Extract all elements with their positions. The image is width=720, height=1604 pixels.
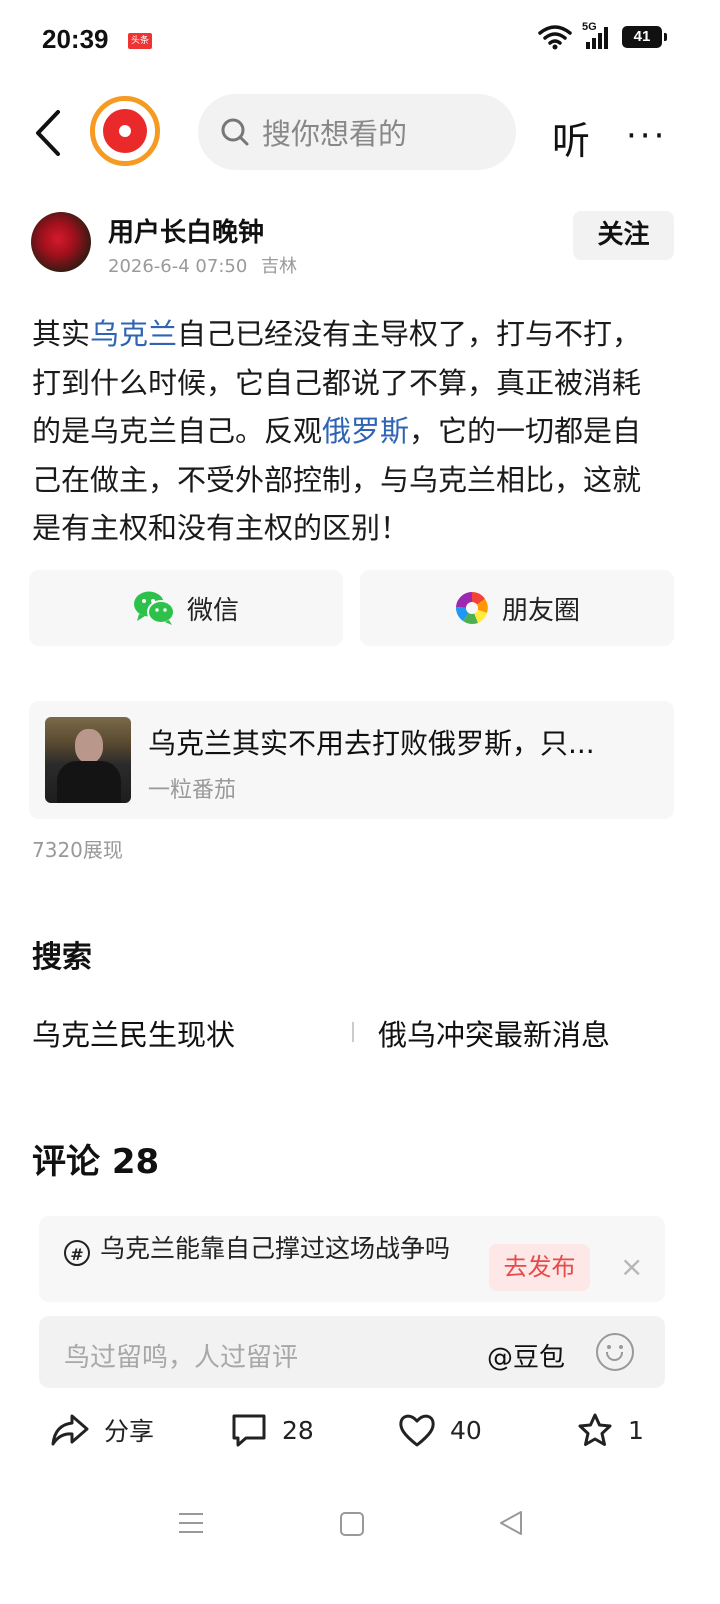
favorite-button[interactable]: 1 [576, 1412, 644, 1448]
follow-button[interactable]: 关注 [573, 211, 674, 260]
related-article-thumbnail [45, 717, 131, 803]
share-button[interactable]: 分享 [50, 1412, 154, 1448]
post-text: 其实 [32, 317, 91, 351]
cellular-icon: 5G [582, 21, 612, 50]
search-placeholder: 搜你想看的 [262, 117, 408, 151]
search-icon [221, 118, 249, 146]
search-suggestion[interactable]: 乌克兰民生现状 [32, 1012, 235, 1054]
moments-label: 朋友圈 [501, 595, 580, 626]
status-icons: 5G 41 [538, 21, 667, 50]
post-location: 吉林 [261, 256, 298, 277]
home-nav-button[interactable] [339, 1508, 365, 1542]
share-wechat-button[interactable]: 微信 [29, 570, 343, 646]
author-name[interactable]: 用户长白晚钟 [108, 212, 264, 249]
battery-indicator: 41 [622, 26, 667, 48]
comment-count: 28 [282, 1415, 314, 1445]
wechat-icon [133, 591, 175, 625]
app-logo[interactable] [90, 96, 160, 166]
share-icon [51, 1414, 89, 1446]
post-content: 其实乌克兰自己已经没有主导权了，打与不打，打到什么时候，它自己都说了不算，真正被… [32, 310, 662, 553]
topic-link-russia[interactable]: 俄罗斯 [322, 414, 409, 448]
divider [352, 1022, 354, 1042]
moments-icon [455, 591, 488, 625]
app-notification-badge: 头条 [128, 33, 152, 49]
square-icon [340, 1512, 364, 1536]
heart-icon [399, 1414, 435, 1447]
wifi-icon [538, 25, 572, 50]
related-article-author: 一粒番茄 [148, 778, 237, 803]
status-time: 20:39 [42, 24, 109, 54]
favorite-count: 1 [628, 1415, 644, 1445]
back-button[interactable] [30, 108, 70, 158]
close-icon[interactable]: × [620, 1250, 643, 1283]
share-moments-button[interactable]: 朋友圈 [360, 570, 674, 646]
chevron-left-icon [36, 110, 60, 156]
wechat-label: 微信 [186, 595, 239, 626]
topic-link-ukraine[interactable]: 乌克兰 [90, 317, 177, 351]
comments-title: 评论 28 [32, 1142, 160, 1182]
post-date: 2026-6-4 07:50 [108, 256, 248, 277]
more-menu-button[interactable]: ··· [626, 116, 667, 156]
view-count: 7320展现 [32, 838, 123, 862]
like-count: 40 [450, 1415, 482, 1445]
menu-icon [179, 1513, 203, 1533]
search-section-title: 搜索 [32, 940, 92, 975]
search-suggestion[interactable]: 俄乌冲突最新消息 [378, 1012, 610, 1054]
menu-nav-button[interactable] [178, 1508, 204, 1542]
comment-icon [232, 1414, 266, 1447]
search-bar[interactable]: 搜你想看的 [198, 94, 516, 170]
comment-button[interactable]: 28 [230, 1412, 314, 1448]
author-avatar[interactable] [31, 212, 91, 272]
mention-button[interactable]: @豆包 [487, 1337, 565, 1374]
comment-input-placeholder: 鸟过留鸣，人过留评 [64, 1343, 299, 1373]
topic-prompt-text: 乌克兰能靠自己撑过这场战争吗 [100, 1234, 451, 1263]
like-button[interactable]: 40 [398, 1412, 482, 1448]
listen-button[interactable]: 听 [552, 110, 590, 165]
star-icon [578, 1413, 612, 1446]
post-meta: 2026-6-4 07:50 吉林 [108, 252, 297, 278]
emoji-icon[interactable] [596, 1333, 634, 1371]
related-article-title[interactable]: 乌克兰其实不用去打败俄罗斯，只... [148, 722, 595, 762]
triangle-back-icon [500, 1511, 522, 1535]
back-nav-button[interactable] [497, 1508, 525, 1542]
logo-icon [103, 109, 147, 153]
hashtag-icon: # [64, 1240, 90, 1266]
publish-button[interactable]: 去发布 [489, 1244, 590, 1291]
topic-prompt[interactable]: # 乌克兰能靠自己撑过这场战争吗 [64, 1232, 474, 1266]
share-label: 分享 [104, 1417, 155, 1446]
